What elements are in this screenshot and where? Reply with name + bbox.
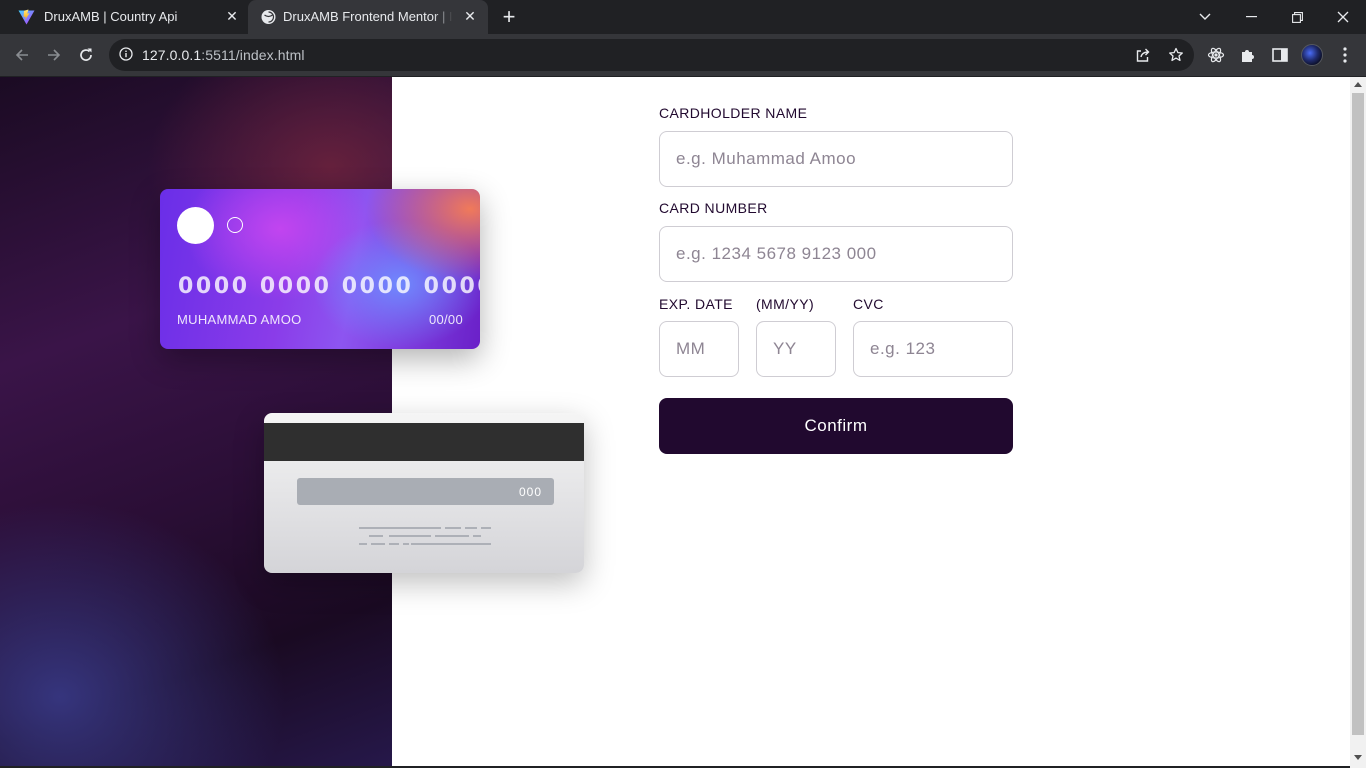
card-logo-circle-small <box>227 217 243 233</box>
scroll-up-arrow-icon[interactable] <box>1354 82 1362 87</box>
card-number-display: 0000 0000 0000 0000 <box>178 274 480 299</box>
card-expiry-display: 00/00 <box>428 312 463 327</box>
exp-month-input[interactable]: MM <box>659 321 739 377</box>
card-cvc-display: 000 <box>518 485 542 499</box>
reload-button[interactable] <box>74 43 98 67</box>
tab-title: DruxAMB Frontend Mentor | Interactive ca… <box>283 9 453 24</box>
close-window-button[interactable] <box>1320 0 1366 34</box>
card-number-placeholder: e.g. 1234 5678 9123 000 <box>676 244 877 263</box>
address-bar[interactable]: 127.0.0.1:5511/index.html <box>109 39 1194 71</box>
close-tab-icon[interactable]: ✕ <box>224 8 240 24</box>
cardholder-name-label: CARDHOLDER NAME <box>659 105 808 121</box>
exp-year-placeholder: YY <box>773 339 797 358</box>
cvc-placeholder: e.g. 123 <box>870 339 936 358</box>
back-button[interactable] <box>10 43 34 67</box>
exp-month-placeholder: MM <box>676 339 706 358</box>
url-text: 127.0.0.1:5511/index.html <box>142 47 305 63</box>
share-icon[interactable] <box>1135 47 1151 63</box>
exp-year-input[interactable]: YY <box>756 321 836 377</box>
card-holder-display: MUHAMMAD AMOO <box>177 312 302 327</box>
tab-search-icon[interactable] <box>1182 0 1228 34</box>
card-number-input[interactable]: e.g. 1234 5678 9123 000 <box>659 226 1013 282</box>
browser-toolbar: 127.0.0.1:5511/index.html <box>0 34 1366 76</box>
scrollbar-thumb[interactable] <box>1352 93 1364 735</box>
confirm-button[interactable]: Confirm <box>659 398 1013 454</box>
scroll-down-arrow-icon[interactable] <box>1354 755 1362 760</box>
tab-title: DruxAMB | Country Api <box>44 9 178 24</box>
card-number-label: CARD NUMBER <box>659 200 768 216</box>
cardholder-name-input[interactable]: e.g. Muhammad Amoo <box>659 131 1013 187</box>
new-tab-button[interactable]: + <box>499 6 519 28</box>
side-panel-icon[interactable] <box>1271 46 1289 64</box>
menu-kebab-icon[interactable] <box>1336 46 1354 64</box>
card-front: 0000 0000 0000 0000 MUHAMMAD AMOO 00/00 <box>160 189 480 349</box>
exp-date-label: EXP. DATE <box>659 296 733 312</box>
exp-format-label: (MM/YY) <box>756 296 815 312</box>
tab-strip: DruxAMB | Country Api ✕ DruxAMB Frontend… <box>0 0 1366 34</box>
card-logo-circle-large <box>177 207 214 244</box>
tab-frontend-mentor[interactable]: DruxAMB Frontend Mentor | Interactive ca… <box>248 0 488 34</box>
cvc-input[interactable]: e.g. 123 <box>853 321 1013 377</box>
react-devtools-icon[interactable] <box>1207 46 1225 64</box>
extensions-puzzle-icon[interactable] <box>1239 46 1257 64</box>
forward-button[interactable] <box>42 43 66 67</box>
page-scrollbar[interactable] <box>1350 77 1366 768</box>
close-tab-icon[interactable]: ✕ <box>462 8 478 24</box>
profile-avatar[interactable] <box>1301 44 1323 66</box>
magnetic-stripe <box>264 423 584 461</box>
tab-country-api[interactable]: DruxAMB | Country Api ✕ <box>0 0 246 34</box>
signature-strip: 000 <box>297 478 554 505</box>
cardholder-name-placeholder: e.g. Muhammad Amoo <box>676 149 857 168</box>
minimize-button[interactable] <box>1228 0 1274 34</box>
page-viewport: 0000 0000 0000 0000 MUHAMMAD AMOO 00/00 … <box>0 77 1350 766</box>
globe-icon <box>261 10 276 24</box>
site-info-icon[interactable] <box>119 47 133 61</box>
vite-icon <box>18 9 35 25</box>
cvc-label: CVC <box>853 296 884 312</box>
bookmark-star-icon[interactable] <box>1168 47 1184 63</box>
restore-button[interactable] <box>1274 0 1320 34</box>
card-back: 000 <box>264 413 584 573</box>
